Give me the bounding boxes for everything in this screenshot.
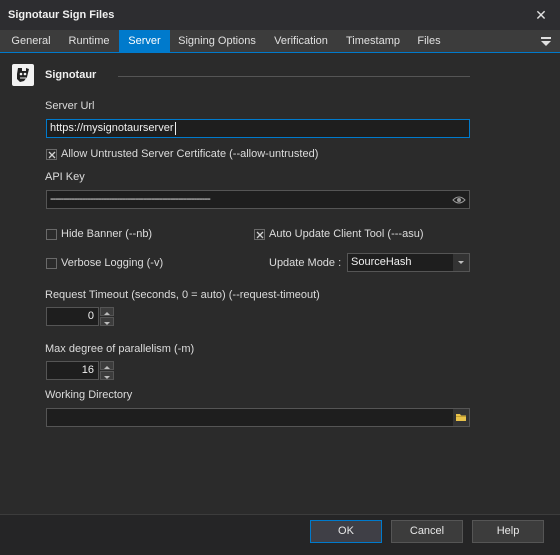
tab-signing-options[interactable]: Signing Options	[171, 30, 263, 52]
cancel-button[interactable]: Cancel	[391, 520, 463, 543]
request-timeout-label: Request Timeout (seconds, 0 = auto) (--r…	[45, 289, 320, 301]
update-mode-select[interactable]: SourceHash	[347, 253, 470, 272]
tab-menu-icon[interactable]	[538, 33, 554, 49]
tab-runtime[interactable]: Runtime	[60, 30, 118, 52]
working-directory-label: Working Directory	[45, 389, 133, 401]
api-key-input[interactable]: ----------------------------------------…	[46, 190, 470, 209]
parallelism-stepper[interactable]	[100, 361, 114, 380]
eye-icon[interactable]	[452, 194, 466, 206]
tab-server[interactable]: Server	[119, 30, 170, 52]
tab-strip: General Runtime Server Signing Options V…	[0, 30, 560, 53]
allow-untrusted-label: Allow Untrusted Server Certificate (--al…	[61, 148, 319, 160]
folder-icon[interactable]	[453, 409, 469, 426]
tab-timestamp[interactable]: Timestamp	[339, 30, 407, 52]
spin-up-icon[interactable]	[100, 361, 114, 370]
window-title: Signotaur Sign Files	[8, 9, 115, 21]
section-title: Signotaur	[45, 69, 97, 81]
check-icon	[256, 231, 264, 239]
api-key-value: ----------------------------------------…	[50, 193, 211, 205]
server-url-value: https://mysignotaurserver	[50, 122, 174, 134]
help-button[interactable]: Help	[472, 520, 544, 543]
parallelism-input[interactable]: 16	[46, 361, 99, 380]
signotaur-logo-icon	[11, 63, 35, 87]
request-timeout-stepper[interactable]	[100, 307, 114, 326]
server-url-input[interactable]: https://mysignotaurserver	[46, 119, 470, 138]
request-timeout-input[interactable]: 0	[46, 307, 99, 326]
check-icon	[48, 151, 56, 159]
server-url-label: Server Url	[45, 100, 95, 112]
tab-files[interactable]: Files	[409, 30, 449, 52]
update-mode-value: SourceHash	[351, 256, 412, 268]
verbose-label: Verbose Logging (-v)	[61, 257, 164, 269]
hide-banner-checkbox[interactable]	[46, 229, 57, 240]
ok-button[interactable]: OK	[310, 520, 382, 543]
section-divider	[118, 76, 470, 77]
chevron-down-icon[interactable]	[453, 254, 469, 271]
verbose-checkbox[interactable]	[46, 258, 57, 269]
spin-down-icon[interactable]	[100, 317, 114, 326]
api-key-label: API Key	[45, 171, 85, 183]
working-directory-input[interactable]	[46, 408, 470, 427]
auto-update-label: Auto Update Client Tool (---asu)	[269, 228, 424, 240]
hide-banner-label: Hide Banner (--nb)	[61, 228, 153, 240]
spin-down-icon[interactable]	[100, 371, 114, 380]
tab-verification[interactable]: Verification	[265, 30, 337, 52]
tab-general[interactable]: General	[6, 30, 56, 52]
parallelism-label: Max degree of parallelism (-m)	[45, 343, 195, 355]
spin-up-icon[interactable]	[100, 307, 114, 316]
update-mode-label: Update Mode :	[269, 257, 342, 269]
parallelism-value: 16	[81, 364, 94, 376]
close-icon[interactable]: ✕	[532, 6, 550, 24]
allow-untrusted-checkbox[interactable]	[46, 149, 57, 160]
request-timeout-value: 0	[87, 310, 94, 322]
auto-update-checkbox[interactable]	[254, 229, 265, 240]
